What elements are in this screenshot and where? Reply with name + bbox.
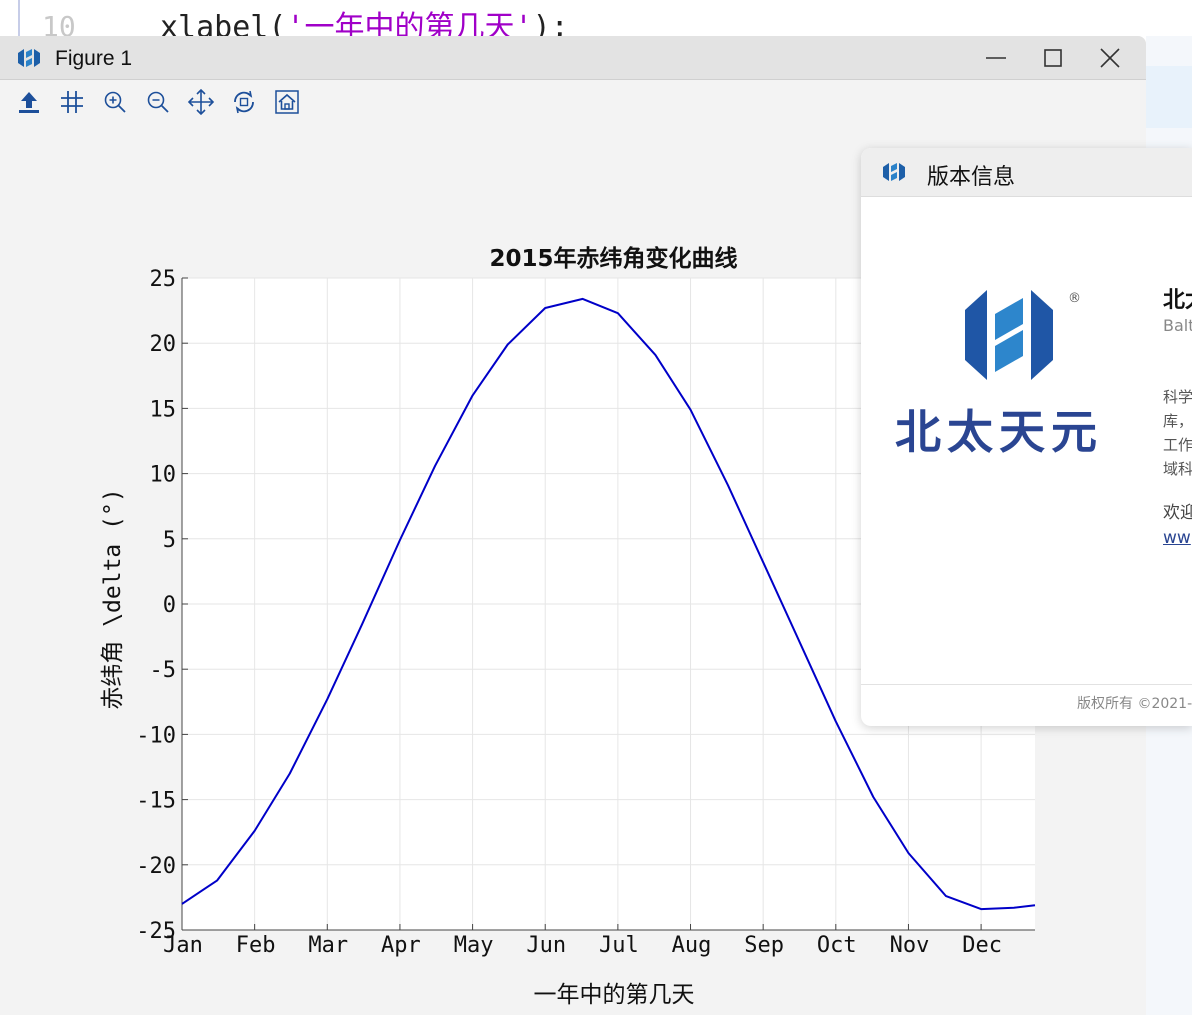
figure-titlebar[interactable]: Figure 1 bbox=[0, 36, 1146, 80]
x-tick-label: Jan bbox=[163, 933, 203, 958]
y-tick-label: -5 bbox=[150, 658, 177, 683]
about-titlebar[interactable]: 版本信息 bbox=[861, 148, 1192, 197]
description-line: 科学 bbox=[1163, 388, 1192, 406]
close-icon bbox=[1100, 48, 1120, 68]
y-axis-label: 赤纬角 \delta (°) bbox=[100, 488, 126, 709]
x-tick-label: Apr bbox=[381, 933, 421, 958]
y-tick-label: -15 bbox=[136, 789, 176, 814]
x-tick-label: Oct bbox=[817, 933, 857, 958]
save-button[interactable] bbox=[14, 87, 44, 117]
save-icon bbox=[19, 92, 39, 113]
pan-icon bbox=[187, 88, 215, 116]
x-axis-label: 一年中的第几天 bbox=[534, 982, 695, 1008]
description-line: 库， bbox=[1163, 412, 1192, 430]
registered-mark: ® bbox=[1068, 291, 1081, 306]
x-tick-label: Dec bbox=[962, 933, 1002, 958]
y-tick-label: 20 bbox=[150, 332, 177, 357]
gutter-marker bbox=[18, 0, 20, 36]
grid-icon bbox=[61, 91, 83, 113]
copyright-text: 版权所有 ©2021-2 bbox=[1077, 696, 1192, 712]
description-line: 工作 bbox=[1163, 436, 1192, 454]
minimize-button[interactable] bbox=[973, 40, 1019, 76]
brand-logo-icon bbox=[965, 290, 1053, 380]
zoom-out-icon bbox=[147, 91, 169, 113]
x-tick-label: Jul bbox=[599, 933, 639, 958]
code-line[interactable]: xlabel('一年中的第几天'); bbox=[160, 2, 569, 36]
description-line: 域科 bbox=[1163, 460, 1192, 478]
app-logo-icon bbox=[18, 49, 40, 67]
figure-title: Figure 1 bbox=[55, 47, 133, 70]
x-tick-label: Mar bbox=[308, 933, 348, 958]
zoom-in-icon bbox=[104, 91, 126, 113]
figure-toolbar bbox=[0, 80, 1146, 124]
zoom-out-button[interactable] bbox=[143, 87, 173, 117]
code-string: '一年中的第几天' bbox=[286, 10, 533, 36]
close-button[interactable] bbox=[1087, 40, 1133, 76]
rotate-icon bbox=[234, 90, 254, 114]
maximize-button[interactable] bbox=[1030, 40, 1076, 76]
maximize-icon bbox=[1044, 49, 1062, 67]
editor-gutter: 10 bbox=[0, 0, 152, 36]
y-tick-label: 5 bbox=[163, 528, 176, 553]
about-title: 版本信息 bbox=[927, 165, 1016, 190]
x-tick-label: Jun bbox=[526, 933, 566, 958]
code-editor: 10 xlabel('一年中的第几天'); bbox=[0, 0, 1192, 36]
x-tick-label: Sep bbox=[744, 933, 784, 958]
website-link[interactable]: ww bbox=[1163, 528, 1191, 548]
y-tick-label: 25 bbox=[150, 267, 177, 292]
x-tick-label: May bbox=[454, 933, 494, 958]
chart-title: 2015年赤纬角变化曲线 bbox=[489, 245, 737, 272]
about-dialog: 版本信息 ® 北太天元 北太 Balt 科学 库， 工作 域科 欢迎 ww 版权… bbox=[861, 148, 1192, 726]
y-tick-label: 0 bbox=[163, 593, 176, 618]
home-icon bbox=[275, 90, 299, 114]
app-logo-icon bbox=[883, 163, 905, 181]
y-tick-label: 15 bbox=[150, 397, 177, 422]
product-name: 北太 bbox=[1163, 288, 1192, 313]
x-tick-label: Aug bbox=[672, 933, 712, 958]
footer-divider bbox=[861, 684, 1192, 685]
ide-highlight bbox=[1146, 66, 1192, 128]
y-tick-label: -20 bbox=[136, 854, 176, 879]
welcome-text: 欢迎 bbox=[1163, 503, 1192, 523]
x-tick-label: Nov bbox=[890, 933, 930, 958]
code-suffix: ); bbox=[532, 10, 569, 36]
grid-button[interactable] bbox=[57, 87, 87, 117]
brand-name: 北太天元 bbox=[895, 405, 1103, 459]
y-tick-label: 10 bbox=[150, 463, 177, 488]
y-tick-label: -10 bbox=[136, 723, 176, 748]
code-prefix: xlabel( bbox=[160, 10, 287, 36]
x-tick-label: Feb bbox=[236, 933, 276, 958]
minimize-icon bbox=[986, 57, 1006, 59]
line-number: 10 bbox=[42, 10, 76, 36]
product-subtitle: Balt bbox=[1163, 316, 1192, 335]
home-button[interactable] bbox=[272, 87, 302, 117]
rotate-button[interactable] bbox=[229, 87, 259, 117]
zoom-in-button[interactable] bbox=[100, 87, 130, 117]
pan-button[interactable] bbox=[186, 87, 216, 117]
